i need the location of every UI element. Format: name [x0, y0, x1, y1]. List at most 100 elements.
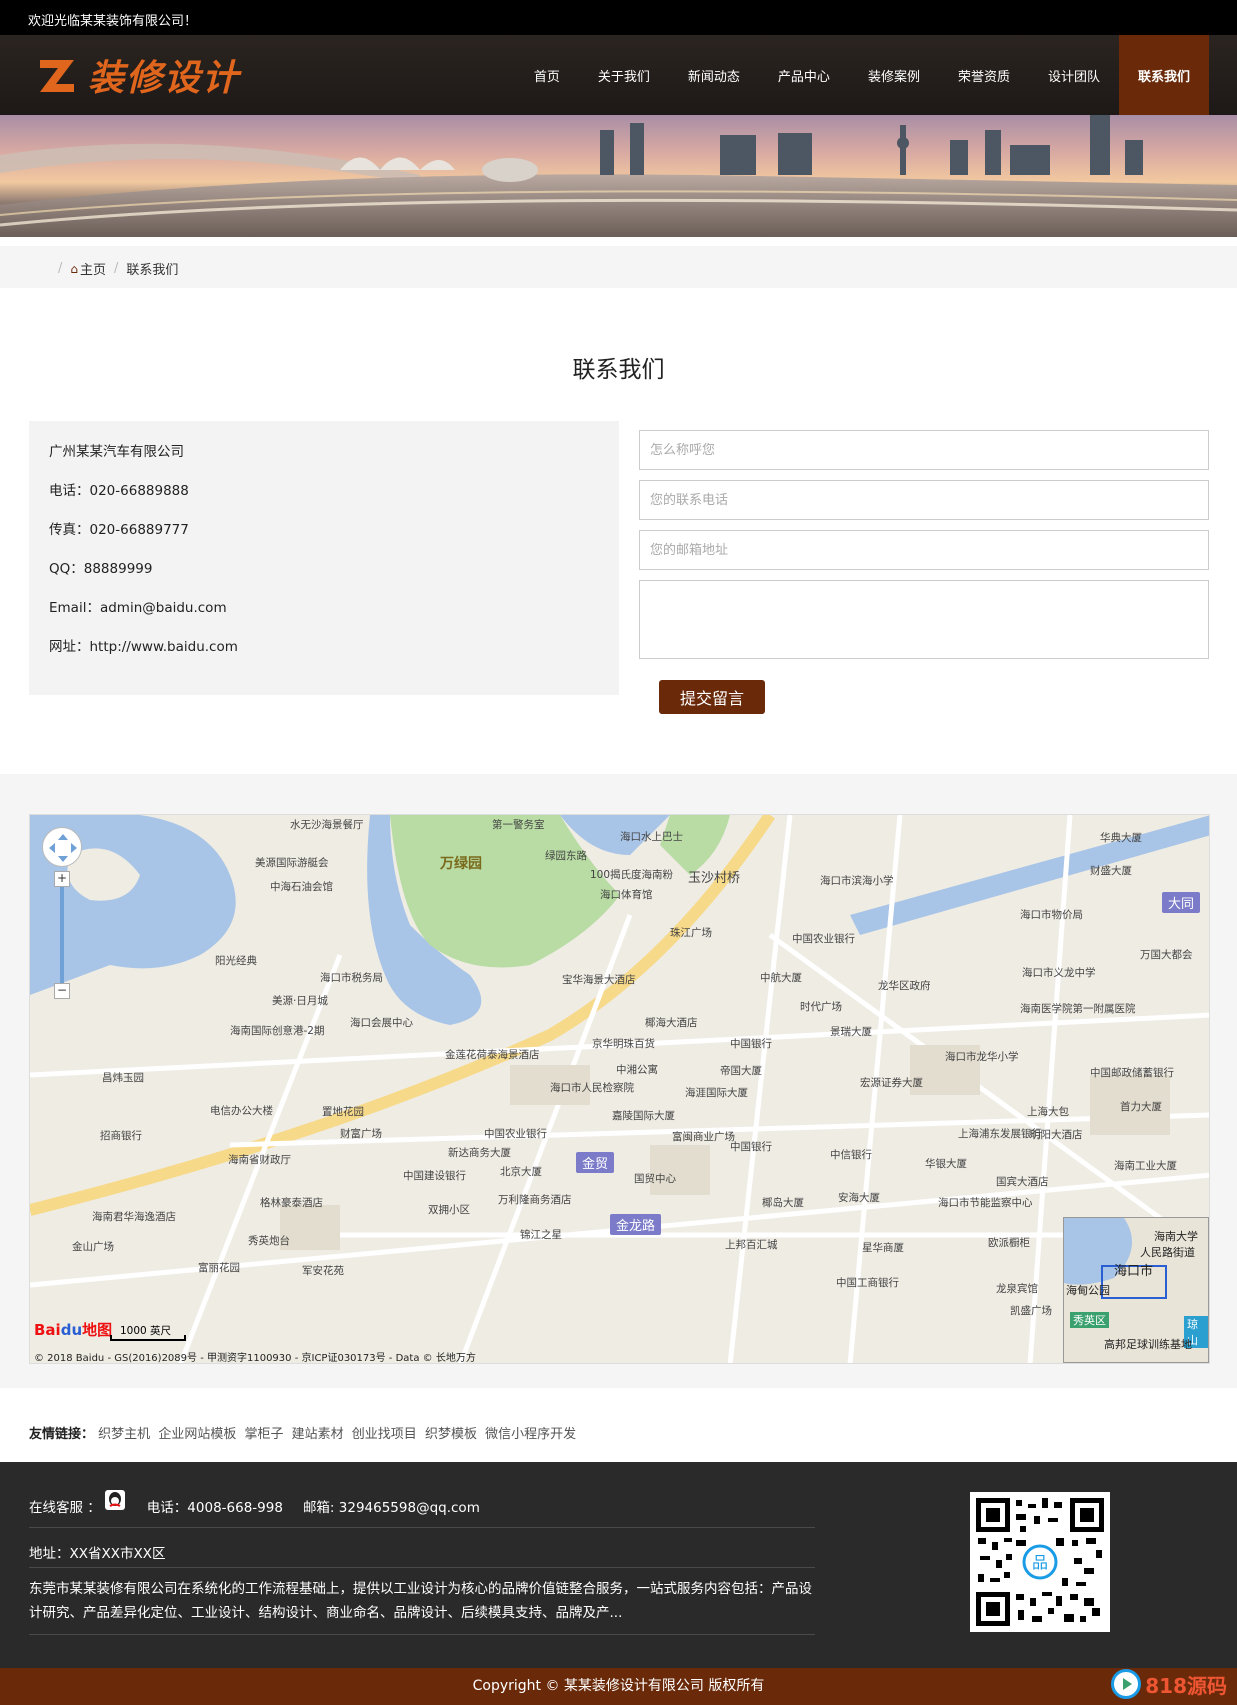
- map-poi: 海南工业大厦: [1114, 1160, 1177, 1172]
- map-poi: 中国邮政储蓄银行: [1090, 1067, 1174, 1079]
- map-poi: 欧派橱柜: [988, 1237, 1030, 1249]
- map-poi: 中国农业银行: [484, 1128, 547, 1140]
- map-poi: 上海大包: [1027, 1106, 1069, 1118]
- map-district-tag: 金龙路: [610, 1214, 662, 1235]
- baidu-map[interactable]: 万绿园 玉沙村桥 金贸 金龙路 大同 水无沙海景餐厅 第一警务室 海口水上巴士 …: [29, 814, 1210, 1364]
- map-poi: 海口会展中心: [350, 1017, 413, 1029]
- qr-code: 品: [970, 1492, 1110, 1632]
- map-poi: 金莲花荷泰海景酒店: [445, 1049, 540, 1061]
- map-poi: 财富广场: [340, 1128, 382, 1140]
- map-poi: 海南省财政厅: [228, 1154, 291, 1166]
- map-poi: 中航大厦: [760, 972, 802, 984]
- map-poi: 上邦百汇城: [725, 1239, 778, 1251]
- footer-phone: 电话：4008-668-998: [146, 1500, 283, 1516]
- map-poi: 格林豪泰酒店: [260, 1197, 323, 1209]
- map-poi: 龙华区政府: [878, 980, 931, 992]
- map-poi: 新达商务大厦: [448, 1147, 511, 1159]
- copyright-bar: Copyright © 某某装修设计有限公司 版权所有: [0, 1668, 1237, 1705]
- map-scale-bar: [110, 1335, 186, 1341]
- map-poi: 中国农业银行: [792, 933, 855, 945]
- contact-info-box: 广州某某汽车有限公司 电话：020-66889888 传真：020-668897…: [29, 421, 619, 695]
- map-overview[interactable]: 海南大学 人民路街道 海口市 秀英区 琼山 高邦足球训练基地 海甸公园: [1063, 1217, 1209, 1363]
- baidu-map-logo[interactable]: Baidu地图: [34, 1319, 112, 1340]
- map-poi: 国宾大酒店: [996, 1176, 1049, 1188]
- map-poi: 电信办公大楼: [210, 1105, 273, 1117]
- submit-message-button[interactable]: 提交留言: [659, 680, 765, 714]
- home-icon: ⌂: [70, 261, 79, 276]
- map-poi: 海口体育馆: [600, 889, 653, 901]
- footer-description: 东莞市某某装修有限公司在系统化的工作流程基础上，提供以工业设计为核心的品牌价值链…: [29, 1577, 815, 1635]
- site-logo[interactable]: 装修设计: [36, 51, 240, 99]
- map-poi: 昌炜玉园: [102, 1072, 144, 1084]
- email-input[interactable]: [639, 530, 1209, 570]
- logo-text: 装修设计: [88, 58, 241, 99]
- nav-products[interactable]: 产品中心: [759, 35, 849, 115]
- friend-link[interactable]: 建站素材: [292, 1427, 344, 1442]
- map-poi: 海口市节能监察中心: [938, 1197, 1033, 1209]
- breadcrumb-home[interactable]: 主页: [80, 259, 106, 278]
- map-zoom-control: + −: [54, 871, 70, 1001]
- friend-link[interactable]: 创业找项目: [352, 1427, 417, 1442]
- message-textarea[interactable]: [639, 580, 1209, 659]
- friend-link[interactable]: 掌柜子: [244, 1427, 283, 1442]
- nav-honors[interactable]: 荣誉资质: [939, 35, 1029, 115]
- map-poi: 北京大厦: [500, 1166, 542, 1178]
- nav-home[interactable]: 首页: [515, 35, 579, 115]
- map-poi: 美源国际游艇会: [255, 857, 329, 869]
- map-district-tag: 大同: [1162, 892, 1201, 913]
- map-poi: 景瑞大厦: [830, 1026, 872, 1038]
- message-form: 提交留言: [639, 430, 1209, 714]
- contact-qq: QQ：88889999: [49, 561, 153, 577]
- map-poi: 海南国际创意港-2期: [230, 1025, 325, 1037]
- friend-link[interactable]: 微信小程序开发: [485, 1427, 576, 1442]
- map-poi: 招商银行: [100, 1130, 142, 1142]
- overview-label: 海甸公园: [1066, 1284, 1110, 1297]
- contact-phone: 电话：020-66889888: [49, 483, 189, 499]
- friend-links: 友情链接： 织梦主机 企业网站模板 掌柜子 建站素材 创业找项目 织梦模板 微信…: [29, 1423, 580, 1442]
- map-poi: 海口市税务局: [320, 972, 383, 984]
- map-poi: 海口市义龙中学: [1022, 967, 1096, 979]
- nav-contact[interactable]: 联系我们: [1118, 35, 1209, 115]
- map-poi: 珠江广场: [670, 927, 712, 939]
- friend-link[interactable]: 企业网站模板: [158, 1427, 236, 1442]
- map-poi: 置地花园: [322, 1106, 364, 1118]
- map-poi: 明阳大酒店: [1030, 1129, 1083, 1141]
- nav-about[interactable]: 关于我们: [579, 35, 669, 115]
- zoom-slider[interactable]: [60, 887, 64, 983]
- logo-z-icon: [36, 54, 78, 96]
- watermark-logo: 818源码: [1111, 1665, 1227, 1703]
- friend-links-title: 友情链接：: [29, 1427, 95, 1442]
- zoom-in-button[interactable]: +: [54, 871, 70, 887]
- map-poi: 海口市人民检察院: [550, 1082, 634, 1094]
- map-poi: 华典大厦: [1100, 832, 1142, 844]
- map-poi: 帝国大厦: [720, 1065, 762, 1077]
- map-poi: 军安花苑: [302, 1265, 344, 1277]
- map-poi: 宝华海景大酒店: [562, 974, 636, 986]
- name-input[interactable]: [639, 430, 1209, 470]
- map-poi: 阳光经典: [215, 955, 257, 967]
- nav-news[interactable]: 新闻动态: [669, 35, 759, 115]
- map-poi: 京华明珠百货: [592, 1038, 655, 1050]
- map-poi: 时代广场: [800, 1001, 842, 1013]
- phone-input[interactable]: [639, 480, 1209, 520]
- site-header: 装修设计 首页 关于我们 新闻动态 产品中心 装修案例 荣誉资质 设计团队 联系…: [0, 35, 1237, 115]
- contact-fax: 传真：020-66889777: [49, 522, 189, 538]
- map-poi: 双拥小区: [428, 1204, 470, 1216]
- friend-link[interactable]: 织梦主机: [98, 1427, 150, 1442]
- contact-website: 网址：http://www.baidu.com: [49, 639, 238, 655]
- breadcrumb-current: 联系我们: [126, 263, 179, 278]
- nav-cases[interactable]: 装修案例: [849, 35, 939, 115]
- map-poi: 宏源证券大厦: [860, 1077, 923, 1089]
- nav-team[interactable]: 设计团队: [1029, 35, 1119, 115]
- qq-icon[interactable]: [104, 1490, 125, 1510]
- friend-link[interactable]: 织梦模板: [425, 1427, 477, 1442]
- footer-email: 邮箱: 329465598@qq.com: [302, 1500, 480, 1516]
- watermark-text: 818源码: [1145, 1673, 1227, 1698]
- zoom-out-button[interactable]: −: [54, 983, 70, 999]
- map-copyright: © 2018 Baidu - GS(2016)2089号 - 甲测资字11009…: [34, 1353, 476, 1364]
- map-poi: 富丽花园: [198, 1262, 240, 1274]
- map-poi: 海南医学院第一附属医院: [1020, 1003, 1136, 1015]
- map-poi: 椰岛大厦: [762, 1197, 804, 1209]
- map-pan-control[interactable]: [42, 827, 82, 867]
- map-label: 玉沙村桥: [688, 871, 741, 886]
